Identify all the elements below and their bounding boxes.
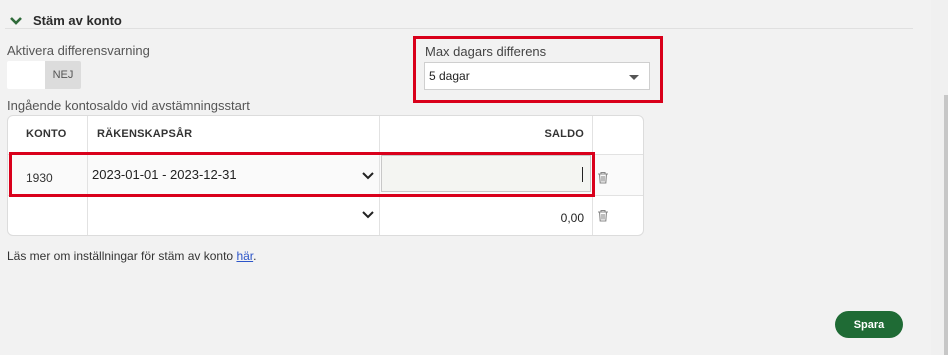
toggle-knob xyxy=(7,61,45,89)
caret-down-icon xyxy=(629,75,639,80)
footer-note-text: Läs mer om inställningar för stäm av kon… xyxy=(7,249,234,263)
row2-year-select[interactable] xyxy=(88,196,378,235)
trash-icon[interactable] xyxy=(597,209,609,222)
scrollbar-thumb[interactable] xyxy=(944,95,948,355)
header-saldo: SALDO xyxy=(544,128,584,140)
toggle-state-label: NEJ xyxy=(45,61,81,89)
save-button[interactable]: Spara xyxy=(835,311,903,338)
header-year: RÄKENSKAPSÅR xyxy=(97,128,193,140)
max-days-select[interactable]: 5 dagar xyxy=(424,62,650,90)
footer-note: Läs mer om inställningar för stäm av kon… xyxy=(7,249,256,263)
max-days-value: 5 dagar xyxy=(429,69,470,83)
trash-icon[interactable] xyxy=(597,171,609,184)
footer-link[interactable]: här xyxy=(236,249,253,263)
diff-warning-toggle[interactable]: NEJ xyxy=(7,61,81,89)
section-header[interactable]: Stäm av konto xyxy=(10,10,122,30)
section-divider xyxy=(5,28,913,29)
header-konto: KONTO xyxy=(26,128,67,140)
footer-period: . xyxy=(253,249,257,263)
chevron-down-icon xyxy=(10,13,24,27)
section-title: Stäm av konto xyxy=(33,12,122,28)
opening-balance-label: Ingående kontosaldo vid avstämningsstart xyxy=(7,98,250,113)
max-days-label: Max dagars differens xyxy=(425,44,547,59)
chevron-down-icon xyxy=(362,211,374,219)
highlight-row1 xyxy=(9,152,595,197)
row2-saldo[interactable]: 0,00 xyxy=(381,211,584,225)
diff-warning-label: Aktivera differensvarning xyxy=(7,43,150,58)
